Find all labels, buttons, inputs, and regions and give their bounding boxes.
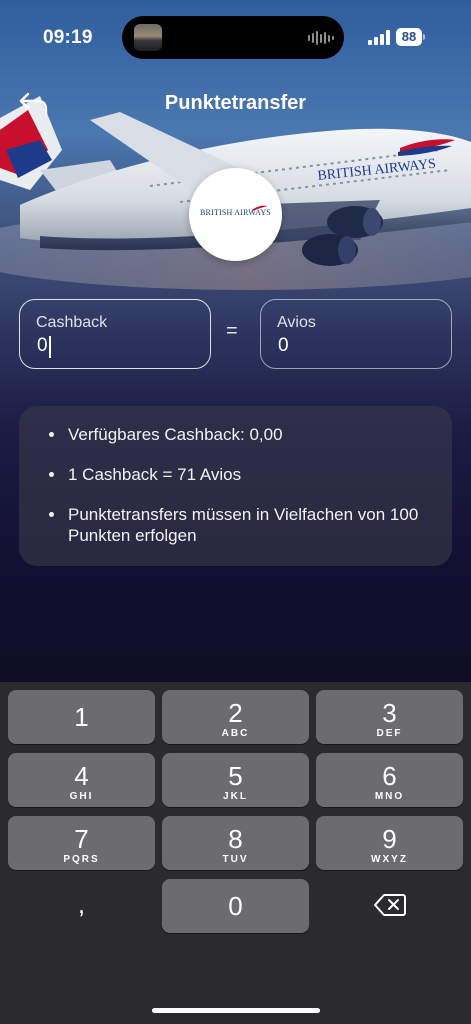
numeric-keyboard: 1 2 ABC 3 DEF 4 GHI 5 JKL 6 MNO 7 PQRS 8… — [0, 682, 471, 1024]
status-bar: 09:19 88 — [0, 0, 471, 76]
info-card: Verfügbares Cashback: 0,00 1 Cashback = … — [19, 406, 452, 566]
info-item-transfer-rule: Punktetransfers müssen in Vielfachen von… — [44, 504, 439, 546]
text-cursor — [49, 336, 51, 358]
info-item-conversion-rate: 1 Cashback = 71 Avios — [44, 464, 439, 485]
delete-backspace-icon — [373, 894, 406, 916]
key-9[interactable]: 9 WXYZ — [316, 816, 463, 870]
battery-level: 88 — [396, 28, 422, 46]
battery-icon: 88 — [396, 28, 425, 46]
key-1[interactable]: 1 — [8, 690, 155, 744]
logo-text: BRITISH AIRWAYS — [200, 208, 271, 217]
key-3[interactable]: 3 DEF — [316, 690, 463, 744]
delete-key[interactable] — [316, 879, 463, 933]
cashback-input[interactable]: 0 — [37, 335, 197, 357]
key-2[interactable]: 2 ABC — [162, 690, 309, 744]
page-title: Punktetransfer — [164, 92, 307, 114]
screen: BRITISH AIRWAYS 09:19 88 Punktetransfer … — [0, 0, 471, 1024]
key-6[interactable]: 6 MNO — [316, 753, 463, 807]
equals-sign: = — [226, 320, 238, 342]
key-8[interactable]: 8 TUV — [162, 816, 309, 870]
dynamic-island[interactable] — [122, 16, 344, 59]
key-4[interactable]: 4 GHI — [8, 753, 155, 807]
home-indicator[interactable] — [152, 1008, 320, 1013]
cashback-label: Cashback — [36, 314, 108, 331]
avios-label: Avios — [277, 314, 316, 331]
info-item-available-cashback: Verfügbares Cashback: 0,00 — [44, 424, 439, 445]
british-airways-logo: BRITISH AIRWAYS — [189, 168, 282, 261]
speedmarque-icon — [252, 205, 268, 211]
avios-field[interactable]: Avios 0 — [260, 299, 452, 369]
cashback-field[interactable]: Cashback 0 — [19, 299, 211, 369]
now-playing-artwork — [134, 24, 162, 51]
audio-waveform-icon — [308, 30, 334, 46]
status-time: 09:19 — [43, 27, 93, 48]
key-7[interactable]: 7 PQRS — [8, 816, 155, 870]
cellular-signal-icon — [368, 30, 390, 45]
info-list: Verfügbares Cashback: 0,00 1 Cashback = … — [44, 424, 439, 565]
key-0[interactable]: 0 — [162, 879, 309, 933]
key-comma[interactable]: , — [8, 879, 155, 933]
avios-input[interactable]: 0 — [278, 335, 438, 357]
key-5[interactable]: 5 JKL — [162, 753, 309, 807]
